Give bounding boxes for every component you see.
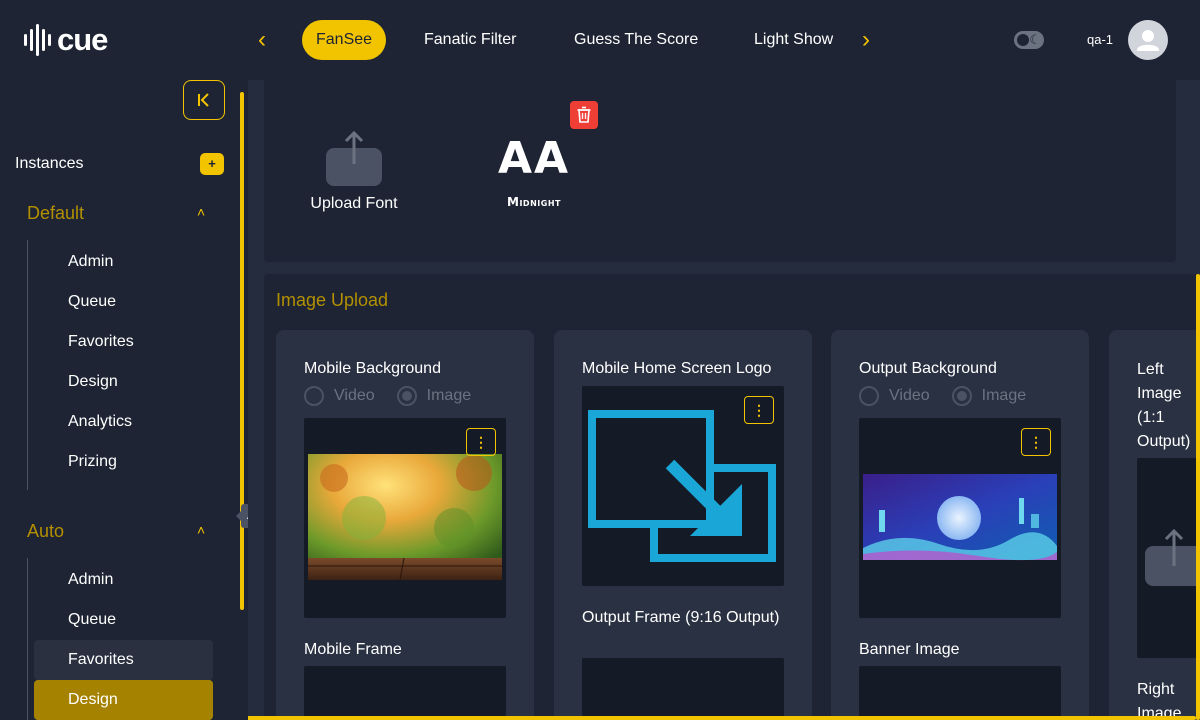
radio-label: Image	[981, 387, 1027, 404]
add-instance-button[interactable]: +	[200, 153, 224, 175]
tab-fanatic-filter[interactable]: Fanatic Filter	[424, 20, 516, 60]
output-frame-preview[interactable]	[582, 658, 784, 720]
upload-arrow-icon	[344, 130, 364, 164]
top-bar: cue ‹ FanSee Fanatic Filter Guess The Sc…	[0, 0, 1200, 80]
upload-font-label: Upload Font	[310, 195, 398, 212]
upload-arrow-icon	[1164, 528, 1184, 566]
moon-icon: ☾	[1029, 32, 1041, 47]
card-menu-button[interactable]: ⋮	[744, 396, 774, 424]
tab-guess-the-score[interactable]: Guess The Score	[574, 20, 698, 60]
delete-font-button[interactable]	[570, 101, 598, 129]
sidebar-item-auto-admin[interactable]: Admin	[34, 560, 213, 600]
sidebar-collapse-button[interactable]	[183, 80, 225, 120]
sidebar-item-default-analytics[interactable]: Analytics	[34, 402, 213, 442]
radio-label: Video	[334, 387, 375, 404]
card-mobile-background: Mobile Background Video Image ⋮ Mobile F…	[276, 330, 534, 720]
tab-fansee[interactable]: FanSee	[302, 20, 387, 60]
group-default[interactable]: Default	[27, 203, 84, 224]
radio-image[interactable]: Image	[951, 386, 1027, 406]
second-slot-label: Output Frame (9:16 Output)	[582, 609, 780, 626]
user-icon	[1137, 30, 1159, 51]
sidebar-item-auto-design[interactable]: Design	[34, 680, 213, 720]
mobile-background-preview[interactable]: ⋮	[304, 418, 506, 618]
trash-icon	[577, 106, 591, 123]
chevron-up-icon[interactable]: ˄	[197, 204, 205, 220]
banner-image-preview[interactable]	[859, 666, 1061, 720]
image-upload-title: Image Upload	[276, 290, 389, 310]
collapse-left-icon	[198, 93, 209, 107]
chevron-up-icon[interactable]: ˄	[197, 522, 205, 538]
font-preview-midnight[interactable]: AA Midnight	[494, 133, 574, 210]
font-glyph-preview: AA	[497, 133, 571, 184]
avatar[interactable]	[1128, 20, 1168, 60]
card-title: Mobile Background	[304, 360, 441, 377]
media-type-radio-group: Video Image	[304, 386, 471, 406]
sidebar-item-default-prizing[interactable]: Prizing	[34, 442, 213, 482]
sidebar: Instances + Default ˄ Admin Queue Favori…	[0, 80, 240, 720]
home-logo-preview[interactable]: ⋮	[582, 386, 784, 586]
tab-light-show[interactable]: Light Show	[754, 20, 833, 60]
card-mobile-home-screen-logo: Mobile Home Screen Logo ⋮ Output Frame (…	[554, 330, 812, 720]
instances-label: Instances	[15, 155, 84, 172]
sidebar-item-auto-queue[interactable]: Queue	[34, 600, 213, 640]
radio-video[interactable]: Video	[304, 386, 375, 406]
sidebar-item-default-favorites[interactable]: Favorites	[34, 322, 213, 362]
radio-circle	[396, 386, 417, 406]
font-name: Midnight	[507, 195, 561, 209]
card-menu-button[interactable]: ⋮	[466, 428, 496, 456]
card-title: Output Background	[859, 360, 997, 377]
main-scrollbar[interactable]	[1196, 274, 1200, 720]
upload-font-button[interactable]: Upload Font	[308, 130, 400, 213]
theme-toggle[interactable]: ☾	[1014, 31, 1044, 49]
radio-circle	[859, 386, 879, 406]
group-divider	[27, 240, 28, 490]
second-slot-label: Banner Image	[859, 641, 960, 658]
media-type-radio-group: Video Image	[859, 386, 1026, 406]
sidebar-item-default-queue[interactable]: Queue	[34, 282, 213, 322]
upload-icon	[326, 130, 382, 186]
radio-circle	[951, 386, 972, 406]
card-output-background: Output Background Video Image ⋮ Banner I…	[831, 330, 1089, 720]
nav-prev-icon[interactable]: ‹	[258, 26, 266, 54]
radio-image[interactable]: Image	[396, 386, 472, 406]
card-title: Left Image (1:1 Output)	[1137, 361, 1191, 450]
radio-circle	[304, 386, 324, 406]
output-background-preview[interactable]: ⋮	[859, 418, 1061, 618]
second-slot-label: Right Image	[1137, 681, 1182, 720]
nav-next-icon[interactable]: ›	[862, 26, 870, 54]
horizontal-scrollbar[interactable]	[248, 716, 1196, 720]
main-content: Upload Font AA Midnight Image Upload Mob…	[248, 80, 1200, 720]
card-left-image: Left Image (1:1 Output) Right Image	[1109, 330, 1200, 720]
group-divider	[27, 558, 28, 720]
second-slot-label: Mobile Frame	[304, 641, 402, 658]
radio-label: Video	[889, 387, 930, 404]
username: qa-1	[1087, 32, 1114, 47]
mobile-frame-preview[interactable]	[304, 666, 506, 720]
toggle-knob	[1017, 34, 1029, 46]
sidebar-item-default-admin[interactable]: Admin	[34, 242, 213, 282]
group-auto[interactable]: Auto	[27, 521, 64, 542]
sidebar-scrollbar[interactable]	[240, 92, 244, 610]
logo-waveform-icon	[24, 23, 51, 57]
sidebar-item-default-design[interactable]: Design	[34, 362, 213, 402]
radio-video[interactable]: Video	[859, 386, 930, 406]
card-title: Mobile Home Screen Logo	[582, 360, 772, 377]
cue-logo[interactable]: cue	[24, 22, 108, 58]
radio-label: Image	[426, 387, 472, 404]
logo-text: cue	[57, 22, 108, 57]
sidebar-item-auto-favorites[interactable]: Favorites	[34, 640, 213, 680]
card-menu-button[interactable]: ⋮	[1021, 428, 1051, 456]
left-image-preview[interactable]	[1137, 458, 1200, 658]
font-panel: Upload Font AA Midnight	[264, 80, 1176, 262]
